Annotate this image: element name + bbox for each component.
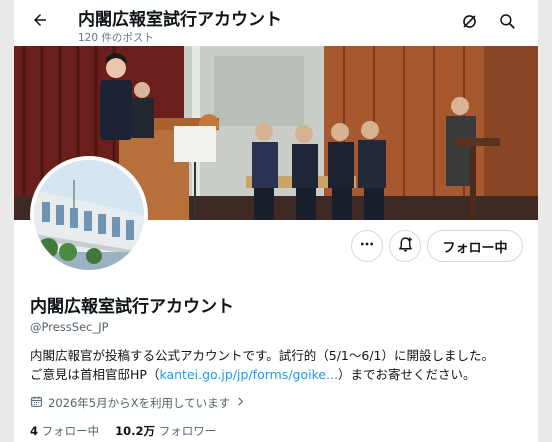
more-button[interactable] <box>351 230 383 262</box>
bio-prefix: ご意見は首相官邸HP（ <box>30 367 160 382</box>
profile-handle: @PressSec_JP <box>30 320 109 334</box>
bio-link[interactable]: kantei.go.jp/jp/forms/goike... <box>159 367 338 382</box>
bell-plus-icon <box>397 236 414 257</box>
bio-suffix: ）までお寄せください。 <box>338 367 476 382</box>
followers-stat[interactable]: 10.2万 フォロワー <box>115 423 216 439</box>
grok-button[interactable] <box>458 12 480 34</box>
following-stat[interactable]: 4 フォロー中 <box>30 423 99 439</box>
avatar-image <box>34 160 144 270</box>
arrow-left-icon <box>31 11 49 33</box>
back-button[interactable] <box>26 8 54 36</box>
bio-line-2: ご意見は首相官邸HP（kantei.go.jp/jp/forms/goike..… <box>30 365 530 384</box>
profile-bio: 内閣広報官が投稿する公式アカウントです。試行的（5/1～6/1）に開設しました。… <box>30 346 530 384</box>
followers-count: 10.2万 <box>115 424 156 438</box>
post-count: 120 件のポスト <box>78 32 154 44</box>
joined-text: 2026年5月からXを利用しています <box>48 396 231 410</box>
following-count: 4 <box>30 424 39 438</box>
profile-name: 内閣広報室試行アカウント <box>30 297 234 317</box>
notify-button[interactable] <box>389 230 421 262</box>
follow-stats: 4 フォロー中 10.2万 フォロワー <box>30 423 216 439</box>
search-icon <box>498 12 516 34</box>
following-button[interactable]: フォロー中 <box>427 230 523 262</box>
chevron-right-icon <box>235 396 246 410</box>
joined-date[interactable]: 2026年5月からXを利用しています <box>30 395 246 411</box>
more-dots-icon <box>359 236 375 256</box>
following-label: フォロー中 <box>41 424 100 438</box>
grok-icon <box>460 12 479 35</box>
top-bar: 内閣広報室試行アカウント 120 件のポスト <box>14 0 538 46</box>
page-title: 内閣広報室試行アカウント <box>78 10 282 30</box>
avatar[interactable] <box>30 156 148 274</box>
search-button[interactable] <box>496 12 518 34</box>
followers-label: フォロワー <box>158 424 217 438</box>
profile-page: 内閣広報室試行アカウント 120 件のポスト フォロー中 内閣広報室試行アカウン… <box>14 0 538 442</box>
calendar-icon <box>30 395 43 411</box>
bio-line-1: 内閣広報官が投稿する公式アカウントです。試行的（5/1～6/1）に開設しました。 <box>30 348 494 363</box>
